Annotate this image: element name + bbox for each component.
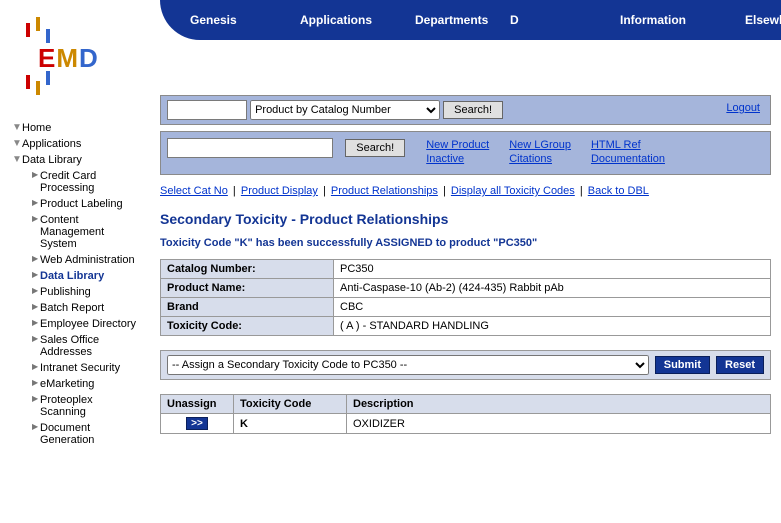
caret-down-icon: ▼ xyxy=(12,138,22,149)
sidebar-subitem[interactable]: Credit Card Processing xyxy=(40,170,96,194)
logo: EMD xyxy=(0,0,160,110)
quick-link[interactable]: Documentation xyxy=(591,153,665,165)
toxicity-desc-cell: OXIDIZER xyxy=(347,414,771,434)
search-button-primary[interactable]: Search! xyxy=(443,101,503,119)
sidebar-subitem[interactable]: Proteoplex Scanning xyxy=(40,394,93,418)
sidebar-subitem[interactable]: Product Labeling xyxy=(40,198,123,210)
sidebar-subitem[interactable]: Data Library xyxy=(40,270,104,282)
breadcrumb-link[interactable]: Product Relationships xyxy=(331,185,438,197)
caret-right-icon: ▶ xyxy=(32,270,40,279)
caret-right-icon: ▶ xyxy=(32,378,40,387)
sidebar-subitem[interactable]: Intranet Security xyxy=(40,362,120,374)
caret-right-icon: ▶ xyxy=(32,334,40,343)
search-input-secondary[interactable] xyxy=(167,138,333,158)
quick-link[interactable]: New Product xyxy=(426,139,489,151)
detail-key: Toxicity Code: xyxy=(161,317,334,336)
search-input-primary[interactable] xyxy=(167,100,247,120)
detail-value: CBC xyxy=(334,298,771,317)
sidebar-subitem[interactable]: Batch Report xyxy=(40,302,104,314)
sidebar-subitem[interactable]: Content Management System xyxy=(40,214,104,250)
caret-down-icon: ▼ xyxy=(12,154,22,165)
search-bar-secondary: Search! New Product New LGroup HTML Ref Ina… xyxy=(160,131,771,175)
detail-key: Product Name: xyxy=(161,279,334,298)
detail-key: Brand xyxy=(161,298,334,317)
caret-right-icon: ▶ xyxy=(32,422,40,431)
caret-right-icon: ▶ xyxy=(32,394,40,403)
unassign-button[interactable]: >> xyxy=(186,417,208,430)
assign-toxicity-select[interactable]: -- Assign a Secondary Toxicity Code to P… xyxy=(167,355,649,375)
detail-value: ( A ) - STANDARD HANDLING xyxy=(334,317,771,336)
search-type-select[interactable]: Product by Catalog Number xyxy=(250,100,440,120)
caret-right-icon: ▶ xyxy=(32,286,40,295)
page-title: Secondary Toxicity - Product Relationshi… xyxy=(160,211,771,227)
detail-value: PC350 xyxy=(334,260,771,279)
quick-link[interactable]: Inactive xyxy=(426,153,464,165)
sidebar-subitem[interactable]: Employee Directory xyxy=(40,318,136,330)
nav-item[interactable]: Applications xyxy=(300,0,372,40)
search-bar-primary: Product by Catalog Number Search! Logout xyxy=(160,95,771,125)
sidebar-subitem[interactable]: Web Administration xyxy=(40,254,135,266)
codes-header: Toxicity Code xyxy=(234,395,347,414)
sidebar-subitem[interactable]: Publishing xyxy=(40,286,91,298)
logout-link[interactable]: Logout xyxy=(726,102,760,114)
caret-right-icon: ▶ xyxy=(32,302,40,311)
side-menu: ▼Home▼Applications▼Data Library▶Credit C… xyxy=(0,110,160,448)
nav-item[interactable]: Genesis xyxy=(190,0,237,40)
caret-right-icon: ▶ xyxy=(32,362,40,371)
product-detail-table: Catalog Number:PC350Product Name:Anti-Ca… xyxy=(160,259,771,336)
submit-button[interactable]: Submit xyxy=(655,356,710,374)
toxicity-code-cell: K xyxy=(234,414,347,434)
codes-header: Description xyxy=(347,395,771,414)
codes-header: Unassign xyxy=(161,395,234,414)
nav-item[interactable]: Elsewhere... xyxy=(745,0,781,40)
sidebar-item[interactable]: Data Library xyxy=(22,154,82,166)
breadcrumb-link[interactable]: Select Cat No xyxy=(160,185,228,197)
breadcrumb-link[interactable]: Product Display xyxy=(241,185,318,197)
caret-right-icon: ▶ xyxy=(32,170,40,179)
sidebar-subitem[interactable]: eMarketing xyxy=(40,378,94,390)
sidebar-item[interactable]: Applications xyxy=(22,138,81,150)
caret-right-icon: ▶ xyxy=(32,214,40,223)
breadcrumb-link[interactable]: Display all Toxicity Codes xyxy=(451,185,575,197)
caret-right-icon: ▶ xyxy=(32,318,40,327)
detail-key: Catalog Number: xyxy=(161,260,334,279)
caret-down-icon: ▼ xyxy=(12,122,22,133)
caret-right-icon: ▶ xyxy=(32,254,40,263)
toxicity-codes-table: UnassignToxicity CodeDescription >> KOXIDI… xyxy=(160,394,771,434)
nav-item[interactable]: Departments xyxy=(415,0,488,40)
reset-button[interactable]: Reset xyxy=(716,356,764,374)
detail-value: Anti-Caspase-10 (Ab-2) (424-435) Rabbit … xyxy=(334,279,771,298)
nav-item[interactable]: Information xyxy=(620,0,686,40)
quick-link[interactable]: New LGroup xyxy=(509,139,571,151)
breadcrumb-link[interactable]: Back to DBL xyxy=(588,185,649,197)
sidebar-item[interactable]: Home xyxy=(22,122,51,134)
nav-item[interactable]: D xyxy=(510,0,519,40)
sidebar-subitem[interactable]: Document Generation xyxy=(40,422,94,446)
quick-link[interactable]: Citations xyxy=(509,153,552,165)
confirm-message: Toxicity Code "K" has been successfully … xyxy=(160,237,771,249)
search-button-secondary[interactable]: Search! xyxy=(345,139,405,157)
quick-link[interactable]: HTML Ref xyxy=(591,139,641,151)
sidebar-subitem[interactable]: Sales Office Addresses xyxy=(40,334,99,358)
top-navbar: Genesis Applications Departments D Informati… xyxy=(160,0,781,40)
caret-right-icon: ▶ xyxy=(32,198,40,207)
assign-toxicity-bar: -- Assign a Secondary Toxicity Code to P… xyxy=(160,350,771,380)
breadcrumb: Select Cat No | Product Display | Produc… xyxy=(160,185,771,197)
